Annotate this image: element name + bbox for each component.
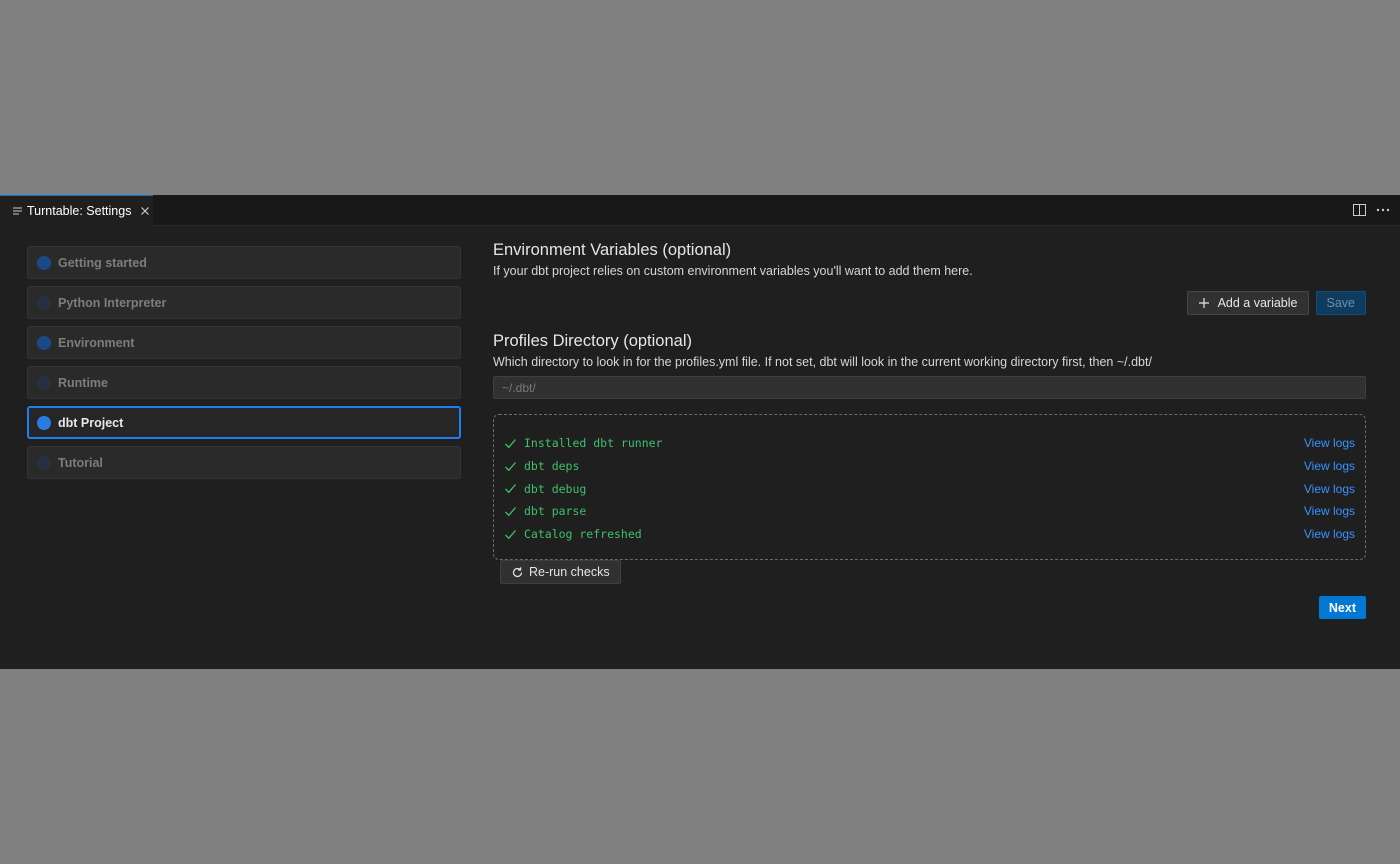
step-status-dot [37, 295, 51, 310]
check-row: Catalog refreshed View logs [504, 523, 1355, 546]
step-status-dot [37, 375, 51, 390]
view-logs-link[interactable]: View logs [1304, 527, 1355, 541]
tab-turntable-settings[interactable]: Turntable: Settings [0, 195, 153, 226]
add-variable-label: Add a variable [1217, 296, 1298, 310]
view-logs-link[interactable]: View logs [1304, 482, 1355, 496]
check-row: Installed dbt runner View logs [504, 432, 1355, 455]
split-editor-icon[interactable] [1352, 203, 1366, 217]
check-icon [504, 482, 517, 495]
check-row: dbt parse View logs [504, 500, 1355, 523]
checks-panel: Installed dbt runner View logs dbt deps … [493, 414, 1366, 560]
profiles-section: Profiles Directory (optional) Which dire… [493, 332, 1366, 399]
close-icon[interactable] [139, 205, 151, 217]
step-runtime[interactable]: Runtime [27, 366, 461, 399]
step-status-dot [37, 455, 51, 470]
check-label: Installed dbt runner [524, 436, 663, 451]
save-button[interactable]: Save [1315, 291, 1366, 315]
next-button[interactable]: Next [1318, 596, 1366, 619]
refresh-icon [511, 566, 524, 579]
view-logs-link[interactable]: View logs [1304, 436, 1355, 450]
lines-icon [13, 207, 22, 215]
view-logs-link[interactable]: View logs [1304, 504, 1355, 518]
check-label: Catalog refreshed [524, 527, 642, 542]
step-label: Tutorial [58, 455, 103, 470]
check-label: dbt debug [524, 481, 587, 496]
setup-steps-sidebar: Getting started Python Interpreter Envir… [27, 246, 461, 486]
step-getting-started[interactable]: Getting started [27, 246, 461, 279]
step-status-dot [37, 415, 51, 430]
check-row: dbt deps View logs [504, 455, 1355, 478]
plus-icon [1198, 297, 1210, 309]
add-variable-button[interactable]: Add a variable [1186, 291, 1309, 315]
check-icon [504, 528, 517, 541]
env-description: If your dbt project relies on custom env… [493, 264, 973, 278]
tab-title: Turntable: Settings [27, 204, 132, 218]
step-status-dot [37, 335, 51, 350]
profiles-title: Profiles Directory (optional) [493, 332, 692, 350]
settings-window: Turntable: Settings Getting started Pyth… [0, 195, 1400, 669]
check-label: dbt deps [524, 459, 580, 474]
editor-tabbar: Turntable: Settings [0, 195, 1400, 226]
check-label: dbt parse [524, 504, 587, 519]
step-environment[interactable]: Environment [27, 326, 461, 359]
view-logs-link[interactable]: View logs [1304, 459, 1355, 473]
step-tutorial[interactable]: Tutorial [27, 446, 461, 479]
rerun-checks-label: Re-run checks [529, 565, 610, 579]
dbt-project-panel: Environment Variables (optional) If your… [493, 241, 1366, 619]
profiles-directory-input[interactable] [493, 376, 1366, 399]
check-row: dbt debug View logs [504, 477, 1355, 500]
step-status-dot [37, 255, 51, 270]
step-label: Python Interpreter [58, 295, 167, 310]
step-label: dbt Project [58, 415, 124, 430]
check-icon [504, 505, 517, 518]
more-actions-icon[interactable] [1376, 203, 1390, 217]
profiles-description: Which directory to look in for the profi… [493, 355, 1152, 369]
env-section: Environment Variables (optional) If your… [493, 241, 1366, 315]
step-python-interpreter[interactable]: Python Interpreter [27, 286, 461, 319]
rerun-checks-button[interactable]: Re-run checks [500, 560, 621, 584]
step-label: Getting started [58, 255, 147, 270]
step-label: Environment [58, 335, 135, 350]
check-icon [504, 437, 517, 450]
step-dbt-project[interactable]: dbt Project [27, 406, 461, 439]
check-icon [504, 460, 517, 473]
step-label: Runtime [58, 375, 108, 390]
env-title: Environment Variables (optional) [493, 241, 732, 259]
